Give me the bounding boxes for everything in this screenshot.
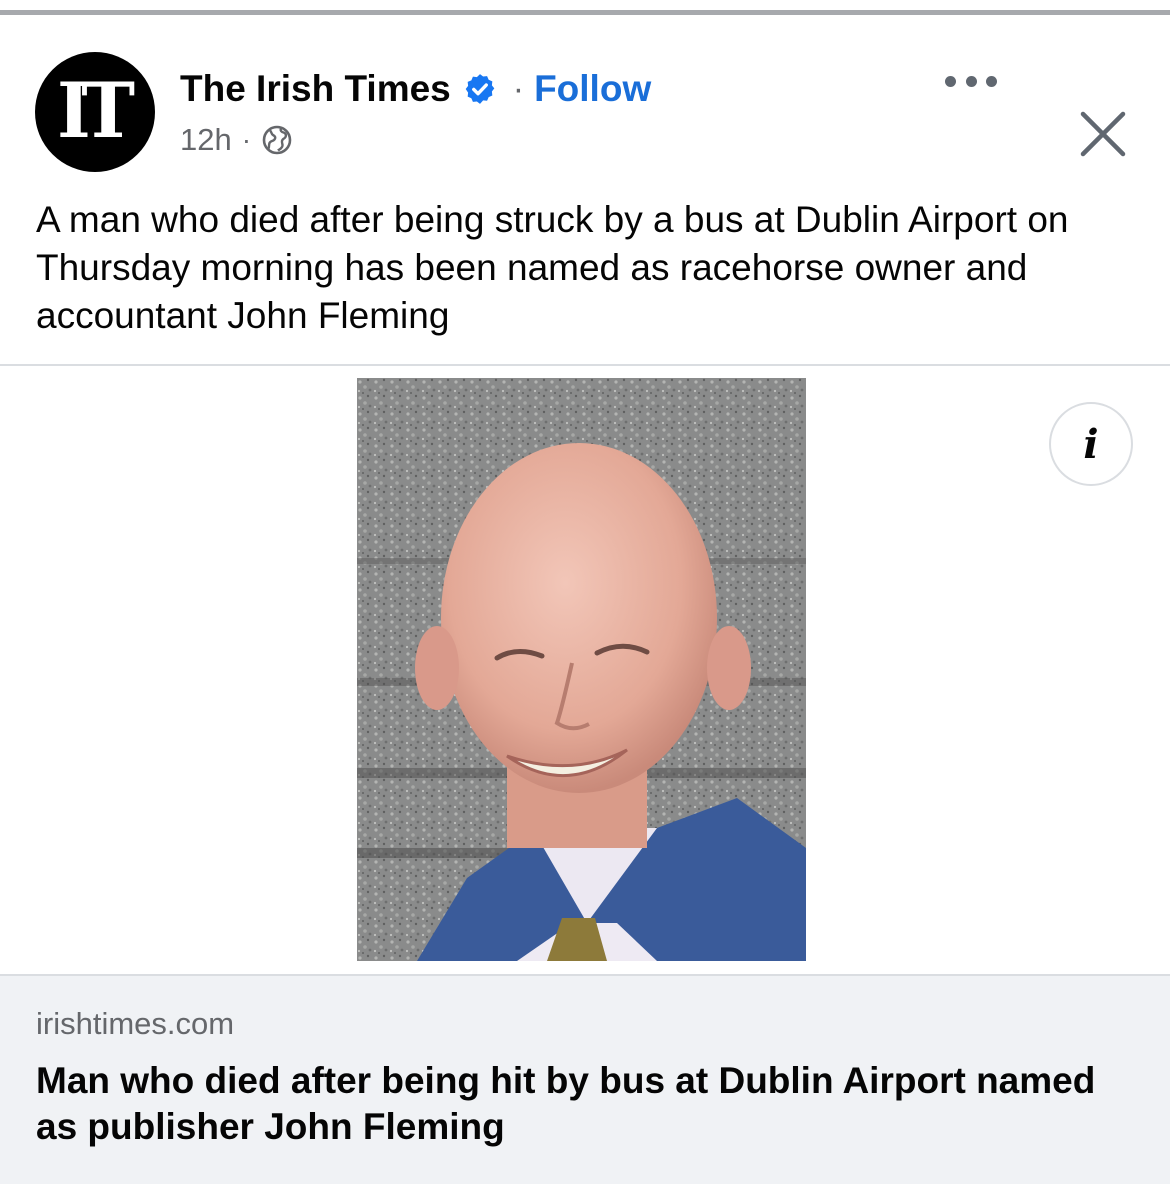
link-headline: Man who died after being hit by bus at D…	[36, 1060, 1096, 1147]
more-options-icon[interactable]	[945, 66, 997, 96]
post-header: IT The Irish Times · Follow 12h ·	[0, 52, 1170, 172]
close-icon[interactable]	[1078, 109, 1128, 159]
name-separator: ·	[512, 69, 525, 108]
post-caption: A man who died after being struck by a b…	[36, 199, 1069, 336]
avatar[interactable]: IT	[35, 52, 155, 172]
meta-separator: ·	[241, 124, 252, 155]
article-photo[interactable]	[357, 378, 806, 961]
globe-icon	[262, 125, 292, 155]
top-divider	[0, 10, 1170, 15]
more-dot	[986, 75, 997, 87]
follow-button[interactable]: Follow	[534, 68, 651, 110]
link-domain: irishtimes.com	[36, 1006, 235, 1041]
more-dot	[945, 75, 956, 87]
post-meta: 12h ·	[180, 120, 293, 160]
post-media: i	[0, 366, 1170, 974]
post-timestamp[interactable]: 12h	[180, 122, 232, 158]
link-preview-card[interactable]: irishtimes.com Man who died after being …	[0, 974, 1170, 1184]
name-row: The Irish Times · Follow	[180, 66, 651, 112]
more-dot	[965, 75, 977, 87]
page-name[interactable]: The Irish Times	[180, 68, 451, 110]
avatar-logo-text: IT	[56, 66, 135, 155]
info-button[interactable]: i	[1049, 402, 1133, 486]
info-icon: i	[1083, 420, 1099, 468]
verified-badge-icon	[465, 74, 495, 104]
